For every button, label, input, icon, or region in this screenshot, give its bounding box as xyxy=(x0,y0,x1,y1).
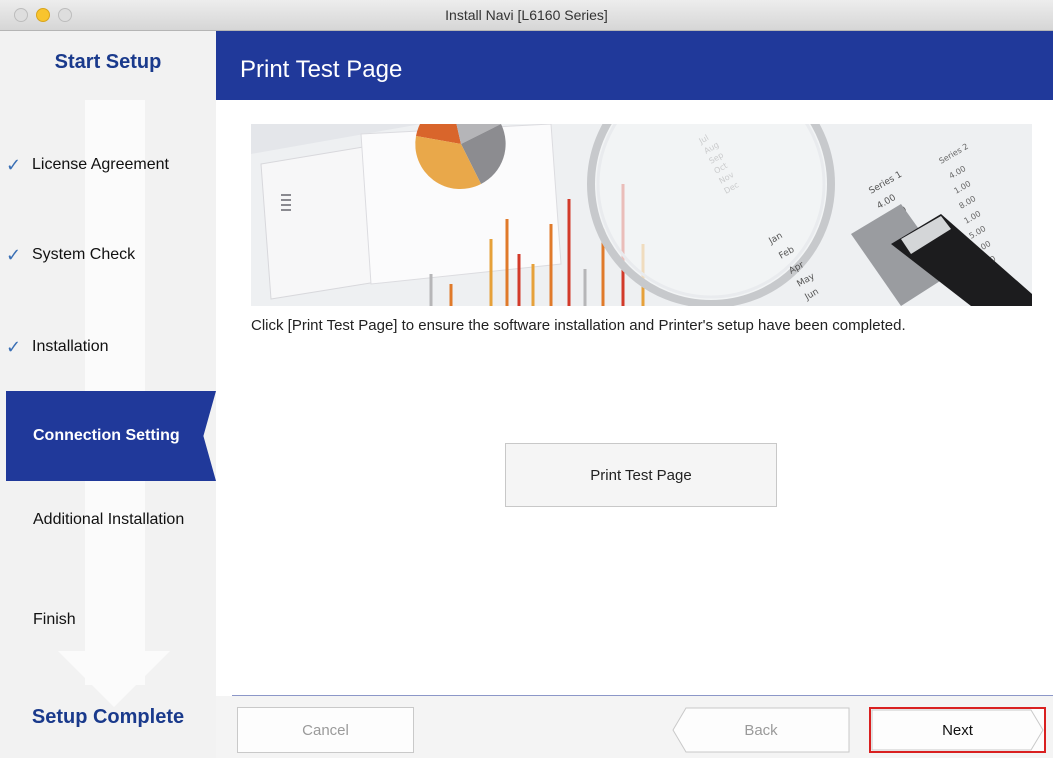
cancel-button[interactable]: Cancel xyxy=(237,707,414,753)
step-label: System Check xyxy=(32,246,136,263)
footer-divider xyxy=(232,695,1053,696)
main-panel: Print Test Page Series 2 4.00 1.00 8.00 … xyxy=(216,31,1053,758)
next-button[interactable]: Next xyxy=(869,707,1046,753)
back-button-label: Back xyxy=(744,721,778,739)
step-label: Finish xyxy=(33,611,76,628)
magnifier-chart-illustration: Jul Aug Sep Oct Nov Dec Series 2 4.00 1.… xyxy=(251,124,1032,306)
step-installation: ✓ Installation xyxy=(6,333,210,361)
sidebar-header-complete: Setup Complete xyxy=(31,706,185,728)
step-label: Additional Installation xyxy=(33,511,185,528)
page-title: Print Test Page xyxy=(240,56,403,83)
checkmark-icon: ✓ xyxy=(6,154,22,175)
sidebar-header-start: Start Setup xyxy=(54,51,162,73)
setup-sidebar: Start Setup ✓ License Agreement ✓ System… xyxy=(0,31,216,758)
instructions-text: Click [Print Test Page] to ensure the so… xyxy=(251,317,906,334)
next-button-label: Next xyxy=(942,721,973,739)
step-additional-installation: Additional Installation xyxy=(6,506,210,534)
step-label: Connection Setting xyxy=(33,427,180,444)
progress-arrow-head-icon xyxy=(58,651,170,707)
checkmark-icon: ✓ xyxy=(6,336,22,357)
step-system-check: ✓ System Check xyxy=(6,241,210,269)
step-label: License Agreement xyxy=(32,156,169,173)
step-label: Installation xyxy=(32,338,109,355)
back-button[interactable]: Back xyxy=(672,707,850,753)
main-header: Print Test Page xyxy=(216,31,1053,100)
checkmark-icon: ✓ xyxy=(6,244,22,265)
step-license-agreement: ✓ License Agreement xyxy=(6,151,210,179)
step-connection-setting: Connection Setting xyxy=(6,391,216,481)
banner-image: Jul Aug Sep Oct Nov Dec Series 2 4.00 1.… xyxy=(251,124,1032,306)
window-title: Install Navi [L6160 Series] xyxy=(445,7,608,23)
step-finish: Finish xyxy=(6,606,210,634)
window-titlebar: Install Navi [L6160 Series] xyxy=(0,0,1053,31)
print-test-page-button[interactable]: Print Test Page xyxy=(505,443,777,507)
